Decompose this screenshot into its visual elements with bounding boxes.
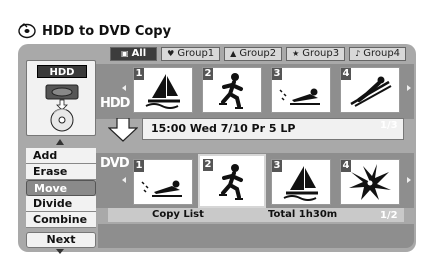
hdd-row-label: HDD	[100, 96, 130, 111]
thumbnail-number: 3	[272, 68, 282, 80]
message-area	[98, 224, 414, 248]
next-button[interactable]: Next	[26, 232, 96, 248]
thumbnail-number: 4	[341, 68, 351, 80]
source-label: HDD	[37, 65, 87, 78]
copy-list-label: Copy List	[152, 209, 204, 220]
disc-copy-icon	[18, 23, 36, 39]
left-menu-column: HDD Add Erase Move Divide Combine Next	[26, 60, 96, 254]
mountain-icon: ▲	[230, 49, 237, 58]
page-title: HDD to DVD Copy	[42, 23, 172, 39]
thumbnail-number: 3	[272, 160, 282, 172]
tab-group4[interactable]: ♪ Group4	[349, 47, 407, 61]
scroll-up-icon[interactable]	[56, 139, 64, 145]
thumbnail-number: 2	[203, 159, 213, 171]
hdd-thumbnail-3[interactable]: 3	[271, 67, 331, 113]
tab-all[interactable]: ▣ All	[110, 47, 158, 61]
scroll-down-icon[interactable]	[56, 249, 64, 254]
dvd-next-arrow-icon[interactable]	[407, 177, 411, 183]
source-panel: HDD	[26, 60, 96, 136]
heart-icon: ♥	[167, 49, 175, 58]
dvd-thumbnail-1[interactable]: 1	[133, 159, 193, 205]
thumbnail-number: 1	[134, 68, 144, 80]
menu-item-divide[interactable]: Divide	[26, 196, 96, 212]
tab-group1[interactable]: ♥ Group1	[161, 47, 221, 61]
menu-item-combine[interactable]: Combine	[26, 212, 96, 228]
hdd-drive-icon	[45, 84, 79, 132]
tab-group3[interactable]: ★ Group3	[286, 47, 346, 61]
copy-down-arrow-icon	[108, 118, 138, 142]
group-tabs: ▣ All ♥ Group1 ▲ Group2 ★ Group3 ♪ Group…	[110, 47, 407, 61]
tab-label: Group2	[239, 48, 277, 59]
menu-item-add[interactable]: Add	[26, 148, 96, 164]
hdd-thumbnail-2[interactable]: 2	[202, 67, 262, 113]
copy-list-bar: Copy List Total 1h30m	[108, 208, 404, 222]
hdd-icon: ▣	[121, 49, 129, 58]
menu-item-erase[interactable]: Erase	[26, 164, 96, 180]
dvd-thumbnail-4[interactable]: 4	[340, 159, 400, 205]
menu-item-move[interactable]: Move	[26, 180, 96, 196]
tab-label: Group1	[177, 48, 215, 59]
star-icon: ★	[292, 49, 300, 58]
title-info-bar: 15:00 Wed 7/10 Pr 5 LP	[142, 118, 404, 140]
hdd-page-indicator: 1/3	[380, 120, 398, 131]
edit-menu: Add Erase Move Divide Combine	[26, 148, 96, 228]
thumbnail-number: 4	[341, 160, 351, 172]
dvd-thumbnail-3[interactable]: 3	[271, 159, 331, 205]
hdd-prev-arrow-icon[interactable]	[122, 85, 126, 91]
music-note-icon: ♪	[355, 49, 361, 58]
hdd-next-arrow-icon[interactable]	[407, 85, 411, 91]
dvd-thumbnail-2-selected[interactable]: 2	[198, 154, 266, 208]
tab-label: Group3	[302, 48, 340, 59]
thumbnail-number: 2	[203, 68, 213, 80]
tab-group2[interactable]: ▲ Group2	[224, 47, 283, 61]
dvd-prev-arrow-icon[interactable]	[122, 177, 126, 183]
hdd-thumbnail-1[interactable]: 1	[133, 67, 193, 113]
copy-list-total: Total 1h30m	[268, 209, 338, 220]
tab-label: Group4	[363, 48, 401, 59]
dvd-row-label: DVD	[100, 156, 130, 171]
thumbnail-number: 1	[134, 160, 144, 172]
hdd-thumbnail-4[interactable]: 4	[340, 67, 400, 113]
tab-label: All	[131, 48, 147, 59]
title-bar: HDD to DVD Copy	[18, 20, 171, 42]
dvd-page-indicator: 1/2	[380, 210, 398, 221]
